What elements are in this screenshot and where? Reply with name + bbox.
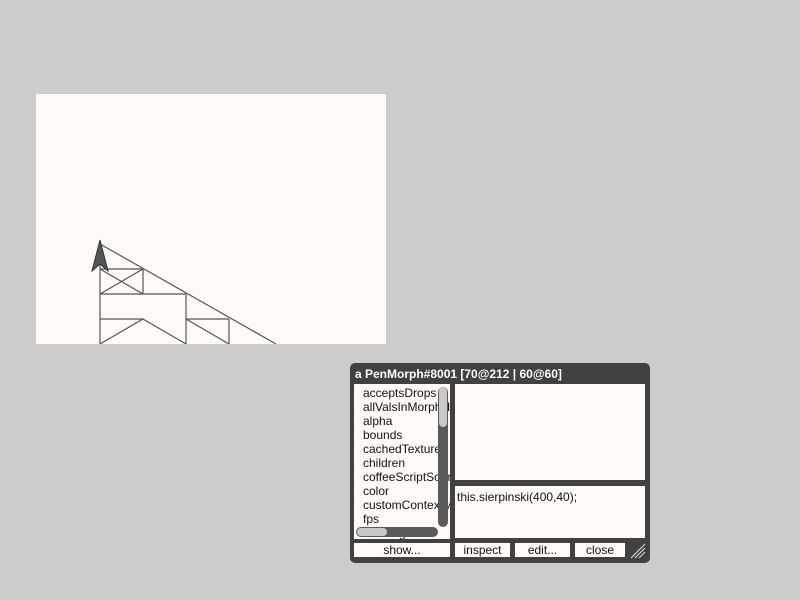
pen-canvas[interactable] bbox=[36, 94, 386, 344]
edit-button[interactable]: edit... bbox=[515, 543, 570, 557]
list-item[interactable]: customContextMenu bbox=[354, 498, 450, 512]
list-item[interactable]: allValsInMorphHierarchy bbox=[354, 400, 450, 414]
list-item[interactable]: coffeeScriptSource bbox=[354, 470, 450, 484]
list-item[interactable]: alpha bbox=[354, 414, 450, 428]
code-text[interactable]: this.sierpinski(400,40); bbox=[457, 490, 577, 504]
list-item[interactable]: acceptsDrops bbox=[354, 386, 450, 400]
show-button[interactable]: show... bbox=[354, 543, 450, 557]
property-value-pane[interactable] bbox=[455, 384, 645, 480]
list-item[interactable]: fps bbox=[354, 512, 450, 526]
list-item[interactable]: bounds bbox=[354, 428, 450, 442]
property-list-horizontal-scroll-thumb[interactable] bbox=[357, 528, 387, 536]
list-item[interactable]: color bbox=[354, 484, 450, 498]
code-evaluation-pane[interactable]: this.sierpinski(400,40); bbox=[455, 486, 645, 538]
property-list-vertical-scroll-thumb[interactable] bbox=[439, 387, 447, 427]
resize-handle-icon[interactable] bbox=[630, 543, 646, 559]
close-button[interactable]: close bbox=[575, 543, 625, 557]
sierpinski-drawing bbox=[91, 239, 277, 344]
world-desktop[interactable]: a PenMorph#8001 [70@212 | 60@60] accepts… bbox=[0, 0, 800, 600]
property-list[interactable]: acceptsDrops allValsInMorphHierarchy alp… bbox=[354, 384, 450, 539]
list-item[interactable]: children bbox=[354, 456, 450, 470]
inspect-button[interactable]: inspect bbox=[455, 543, 510, 557]
inspector-title[interactable]: a PenMorph#8001 [70@212 | 60@60] bbox=[355, 367, 562, 381]
list-item[interactable]: cachedTexture bbox=[354, 442, 450, 456]
